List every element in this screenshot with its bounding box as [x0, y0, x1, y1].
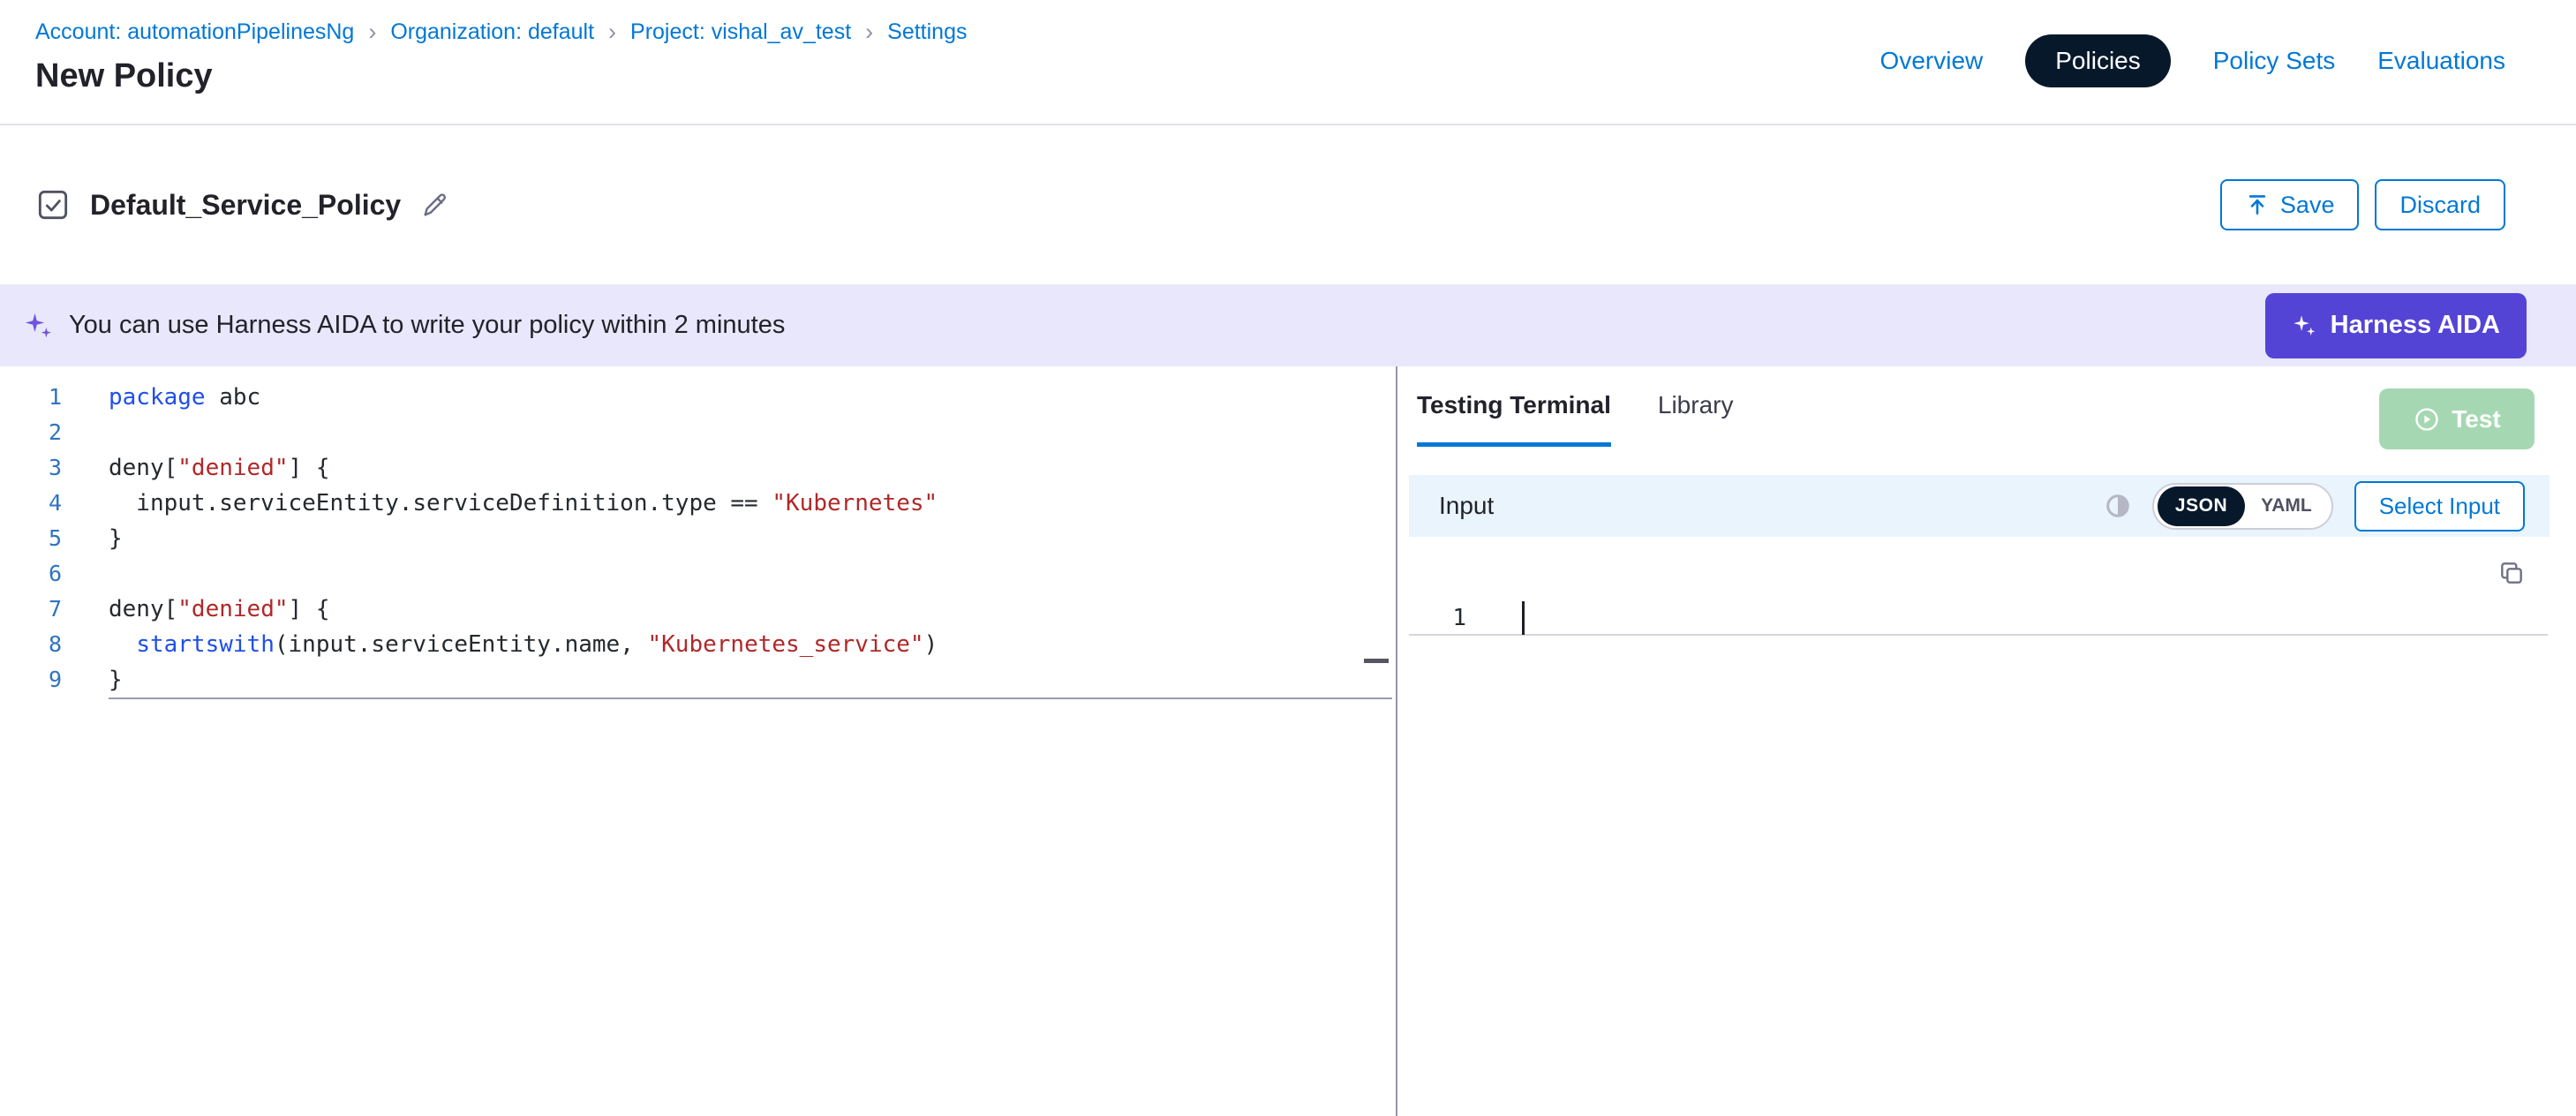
- overview-ruler-cursor-mark: [1364, 659, 1389, 663]
- chevron-right-icon: ›: [608, 20, 616, 44]
- code-line[interactable]: 5}: [0, 521, 1396, 556]
- line-number: 7: [0, 592, 62, 627]
- toolbar-buttons: Save Discard: [2220, 179, 2505, 230]
- main-content: 1package abc23deny["denied"] {4 input.se…: [0, 366, 2576, 1116]
- code-line[interactable]: 8 startswith(input.serviceEntity.name, "…: [0, 627, 1396, 662]
- policy-code-editor[interactable]: 1package abc23deny["denied"] {4 input.se…: [0, 366, 1397, 1116]
- header-tabs: Overview Policies Policy Sets Evaluation…: [1880, 34, 2505, 88]
- chevron-right-icon: ›: [368, 20, 376, 44]
- terminal-tabs: Testing Terminal Library Test: [1397, 366, 2576, 475]
- tab-policy-sets[interactable]: Policy Sets: [2213, 47, 2336, 75]
- line-number: 8: [0, 627, 62, 662]
- code-text: }: [62, 521, 123, 556]
- aida-message: You can use Harness AIDA to write your p…: [69, 311, 785, 340]
- code-text: }: [62, 662, 123, 698]
- code-text: deny["denied"] {: [62, 450, 329, 486]
- code-line[interactable]: 2: [0, 415, 1396, 450]
- tab-library[interactable]: Library: [1658, 391, 1734, 419]
- test-button[interactable]: Test: [2379, 388, 2535, 449]
- policy-name: Default_Service_Policy: [90, 189, 401, 222]
- edit-pencil-icon[interactable]: [420, 190, 450, 220]
- line-number: 1: [0, 380, 62, 415]
- line-number: 9: [0, 662, 62, 698]
- code-text: deny["denied"] {: [62, 592, 329, 627]
- tab-evaluations[interactable]: Evaluations: [2377, 47, 2505, 75]
- line-number: 3: [0, 450, 62, 486]
- sparkles-icon: [2292, 313, 2316, 338]
- harness-aida-button[interactable]: Harness AIDA: [2265, 293, 2527, 358]
- upload-arrow-icon: [2245, 192, 2270, 217]
- line-number: 4: [0, 486, 62, 521]
- sparkles-icon: [23, 311, 53, 341]
- line-number: 5: [0, 521, 62, 556]
- breadcrumb-project[interactable]: Project: vishal_av_test: [630, 19, 851, 45]
- save-button[interactable]: Save: [2220, 179, 2360, 230]
- input-section-header: Input JSON YAML Select Input: [1409, 475, 2550, 537]
- policy-title-group: Default_Service_Policy: [35, 187, 450, 222]
- code-line[interactable]: 1package abc: [0, 380, 1396, 415]
- select-input-button[interactable]: Select Input: [2354, 481, 2525, 532]
- line-number: 1: [1409, 600, 1466, 634]
- code-lines: 1package abc23deny["denied"] {4 input.se…: [0, 366, 1396, 698]
- chevron-right-icon: ›: [865, 20, 873, 44]
- harness-aida-button-label: Harness AIDA: [2331, 311, 2500, 340]
- format-toggle: JSON YAML: [2152, 483, 2333, 530]
- code-text: input.serviceEntity.serviceDefinition.ty…: [62, 486, 938, 521]
- code-text: [62, 556, 109, 592]
- input-editor-line[interactable]: 1: [1409, 600, 2548, 636]
- format-json-toggle[interactable]: JSON: [2158, 486, 2245, 526]
- breadcrumb-settings[interactable]: Settings: [887, 19, 967, 45]
- save-button-label: Save: [2280, 192, 2335, 219]
- text-cursor: [1522, 601, 1525, 635]
- policy-check-icon: [35, 187, 71, 222]
- copy-icon[interactable]: [2497, 559, 2526, 587]
- code-line[interactable]: 9}: [0, 662, 1396, 698]
- breadcrumb-organization[interactable]: Organization: default: [390, 19, 594, 45]
- play-circle-icon: [2413, 405, 2441, 434]
- current-line-border: [109, 698, 1392, 699]
- code-line[interactable]: 6: [0, 556, 1396, 592]
- code-line[interactable]: 7deny["denied"] {: [0, 592, 1396, 627]
- half-filled-circle-icon[interactable]: [2105, 493, 2131, 519]
- code-text: [62, 415, 109, 450]
- code-line[interactable]: 3deny["denied"] {: [0, 450, 1396, 486]
- breadcrumb-account[interactable]: Account: automationPipelinesNg: [35, 19, 354, 45]
- line-number: 2: [0, 415, 62, 450]
- input-json-editor[interactable]: 1: [1397, 537, 2576, 713]
- test-button-label: Test: [2452, 405, 2501, 434]
- input-header-actions: JSON YAML Select Input: [2105, 481, 2525, 532]
- code-text: startswith(input.serviceEntity.name, "Ku…: [62, 627, 938, 662]
- discard-button[interactable]: Discard: [2375, 179, 2505, 230]
- code-text: package abc: [62, 380, 260, 415]
- discard-button-label: Discard: [2399, 192, 2481, 219]
- tab-policies[interactable]: Policies: [2025, 34, 2170, 87]
- tab-overview[interactable]: Overview: [1880, 47, 1984, 75]
- tab-testing-terminal[interactable]: Testing Terminal: [1417, 391, 1611, 447]
- select-input-button-label: Select Input: [2379, 493, 2500, 520]
- aida-banner: You can use Harness AIDA to write your p…: [0, 284, 2576, 366]
- page-header: Account: automationPipelinesNg › Organiz…: [0, 0, 2576, 125]
- testing-terminal-panel: Testing Terminal Library Test Input: [1397, 366, 2576, 1116]
- line-number: 6: [0, 556, 62, 592]
- code-line[interactable]: 4 input.serviceEntity.serviceDefinition.…: [0, 486, 1396, 521]
- format-yaml-toggle[interactable]: YAML: [2245, 495, 2328, 517]
- policy-toolbar: Default_Service_Policy Save Discard: [0, 125, 2576, 284]
- input-label: Input: [1439, 492, 1494, 520]
